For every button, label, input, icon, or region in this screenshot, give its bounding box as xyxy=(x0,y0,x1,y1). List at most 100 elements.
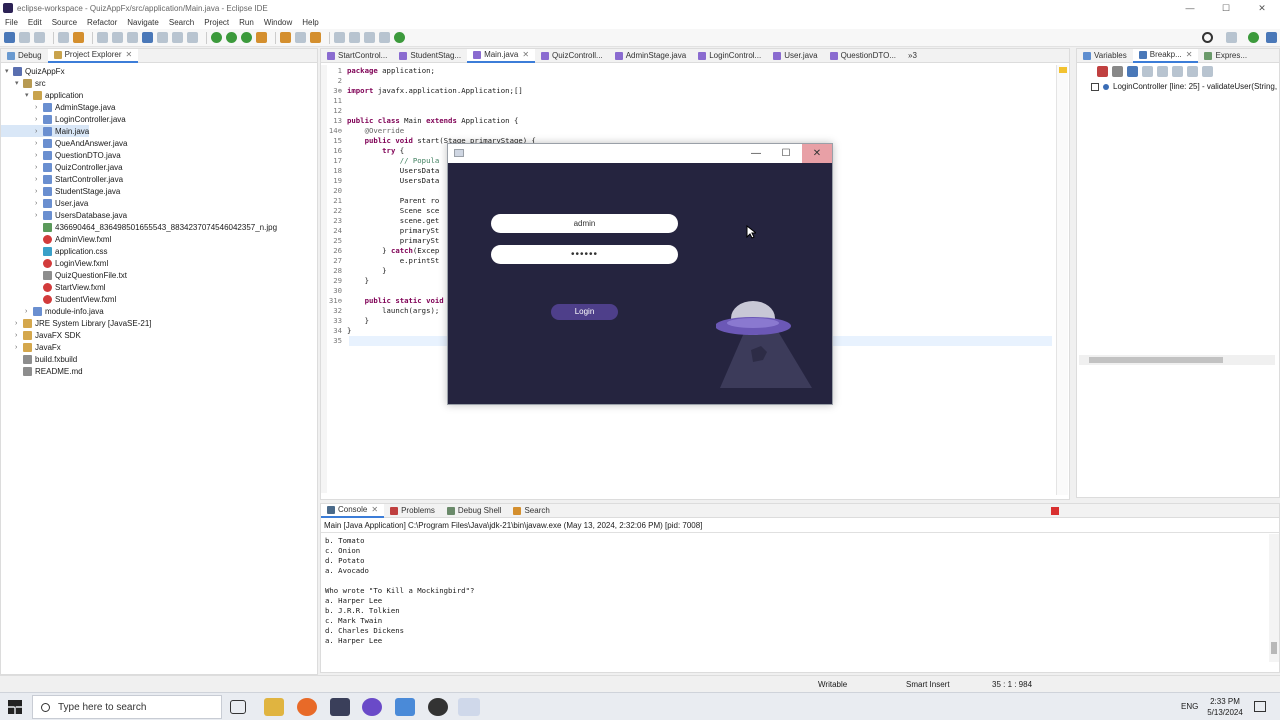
tab-variables[interactable]: Variables xyxy=(1077,49,1133,63)
tree-item[interactable]: › StartController.java xyxy=(1,173,123,185)
tree-item[interactable]: › JavaFX SDK xyxy=(1,329,81,341)
code-line[interactable]: 19 UsersData xyxy=(325,176,439,186)
tree-item[interactable]: build.fxbuild xyxy=(1,353,77,365)
code-line[interactable]: 22 Scene sce xyxy=(325,206,439,216)
scroll-thumb[interactable] xyxy=(1271,642,1277,654)
step-into-icon[interactable] xyxy=(157,32,168,43)
twistie-icon[interactable]: › xyxy=(35,128,43,135)
forward-icon[interactable] xyxy=(379,32,390,43)
menu-file[interactable]: File xyxy=(5,18,18,27)
tree-item[interactable]: LoginView.fxml xyxy=(1,257,108,269)
editor-tab[interactable]: Main.java ✕ xyxy=(467,48,536,63)
twistie-icon[interactable]: › xyxy=(15,320,23,327)
menu-edit[interactable]: Edit xyxy=(28,18,42,27)
terminate-console-icon[interactable] xyxy=(1051,507,1059,515)
code-line[interactable]: 17 // Popula xyxy=(325,156,439,166)
code-line[interactable]: 29 } xyxy=(325,276,369,286)
tree-item[interactable]: › Main.java xyxy=(1,125,90,137)
tree-item[interactable]: README.md xyxy=(1,365,83,377)
editor-hscroll[interactable] xyxy=(351,490,1051,498)
twistie-icon[interactable]: ▾ xyxy=(15,79,23,87)
minimize-button[interactable]: — xyxy=(1172,0,1208,16)
save-all-icon[interactable] xyxy=(34,32,45,43)
perspective-icon[interactable] xyxy=(1226,32,1237,43)
search-tool-icon[interactable] xyxy=(310,32,321,43)
code-line[interactable]: 18 UsersData xyxy=(325,166,439,176)
menu-project[interactable]: Project xyxy=(204,18,229,27)
remove-all-icon[interactable] xyxy=(1112,66,1123,77)
tree-item[interactable]: 436690464_836498501655543_88342370745460… xyxy=(1,221,277,233)
editor-tab[interactable]: User.java xyxy=(767,49,823,63)
code-line[interactable]: 23 scene.get xyxy=(325,216,439,226)
skip-breakpoints-icon[interactable] xyxy=(73,32,84,43)
new-icon[interactable] xyxy=(4,32,15,43)
breakpoint-row[interactable]: LoginController [line: 25] - validateUse… xyxy=(1091,81,1277,92)
code-line[interactable]: 2 xyxy=(325,76,347,86)
code-line[interactable]: 14⊖ @Override xyxy=(325,126,404,136)
code-line[interactable]: 3⊕ import javafx.application.Application;… xyxy=(325,86,523,96)
twistie-icon[interactable]: › xyxy=(15,344,23,351)
notepad-icon[interactable] xyxy=(395,698,415,716)
editor-tab[interactable]: AdminStage.java xyxy=(609,49,692,63)
twistie-icon[interactable]: › xyxy=(15,332,23,339)
java-perspective-icon[interactable] xyxy=(1248,32,1259,43)
menu-window[interactable]: Window xyxy=(264,18,292,27)
back-icon[interactable] xyxy=(364,32,375,43)
debug-perspective-icon[interactable] xyxy=(1266,32,1277,43)
resume-icon[interactable] xyxy=(97,32,108,43)
tree-item[interactable]: › module-info.java xyxy=(1,305,104,317)
save-icon[interactable] xyxy=(19,32,30,43)
link-icon[interactable] xyxy=(1202,66,1213,77)
tree-item[interactable]: application.css xyxy=(1,245,107,257)
collapse-all-icon[interactable] xyxy=(1187,66,1198,77)
language-indicator[interactable]: ENG xyxy=(1181,702,1198,711)
code-line[interactable]: 12 xyxy=(325,106,347,116)
tab-debug-shell[interactable]: Debug Shell xyxy=(441,504,508,518)
tree-item[interactable]: ▾ application xyxy=(1,89,83,101)
twistie-icon[interactable]: › xyxy=(35,200,43,207)
tree-item[interactable]: QuizQuestionFile.txt xyxy=(1,269,127,281)
tree-item[interactable]: › QuestionDTO.java xyxy=(1,149,121,161)
twistie-icon[interactable]: › xyxy=(35,164,43,171)
code-line[interactable]: 31⊖ public static void xyxy=(325,296,444,306)
console-vscroll[interactable] xyxy=(1269,534,1279,662)
close-icon[interactable]: ✕ xyxy=(371,505,378,514)
code-line[interactable]: 34} xyxy=(325,326,351,336)
code-line[interactable]: 21 Parent ro xyxy=(325,196,439,206)
tree-item[interactable]: › QueAndAnswer.java xyxy=(1,137,128,149)
tree-item[interactable]: › LoginController.java xyxy=(1,113,126,125)
editor-overflow-button[interactable]: »3 xyxy=(902,49,923,63)
editor-tab[interactable]: QuizControll... xyxy=(535,49,609,63)
tree-item[interactable]: ▾ src xyxy=(1,77,46,89)
tree-item[interactable]: › QuizController.java xyxy=(1,161,123,173)
code-line[interactable]: 16 try { xyxy=(325,146,404,156)
username-field[interactable]: admin xyxy=(491,214,678,233)
debug-run-icon[interactable] xyxy=(211,32,222,43)
undo-icon[interactable] xyxy=(58,32,69,43)
twistie-icon[interactable]: › xyxy=(35,140,43,147)
pin-editor-icon[interactable] xyxy=(394,32,405,43)
run-icon[interactable] xyxy=(226,32,237,43)
close-icon[interactable]: ✕ xyxy=(1186,50,1193,59)
twistie-icon[interactable]: › xyxy=(35,104,43,111)
step-over-icon[interactable] xyxy=(172,32,183,43)
expand-all-icon[interactable] xyxy=(1172,66,1183,77)
app-icon[interactable] xyxy=(330,698,350,716)
code-line[interactable]: 35 xyxy=(325,336,347,346)
java-app-icon[interactable] xyxy=(458,698,480,716)
external-tools-icon[interactable] xyxy=(256,32,267,43)
start-icon[interactable] xyxy=(8,700,22,714)
tab-project-explorer[interactable]: Project Explorer ✕ xyxy=(47,48,139,63)
twistie-icon[interactable]: ▾ xyxy=(5,67,13,75)
tab-expressions[interactable]: Expres... xyxy=(1198,49,1253,63)
twistie-icon[interactable]: › xyxy=(35,176,43,183)
password-field[interactable]: •••••• xyxy=(491,245,678,264)
twistie-icon[interactable]: › xyxy=(35,116,43,123)
tree-item[interactable]: › UsersDatabase.java xyxy=(1,209,127,221)
obs-icon[interactable] xyxy=(362,698,382,716)
tree-item[interactable]: › StudentStage.java xyxy=(1,185,120,197)
editor-tab[interactable]: LoginControl... xyxy=(692,49,767,63)
tab-search[interactable]: Search xyxy=(507,504,555,518)
close-icon[interactable]: ✕ xyxy=(126,50,133,59)
code-line[interactable]: 33 } xyxy=(325,316,369,326)
